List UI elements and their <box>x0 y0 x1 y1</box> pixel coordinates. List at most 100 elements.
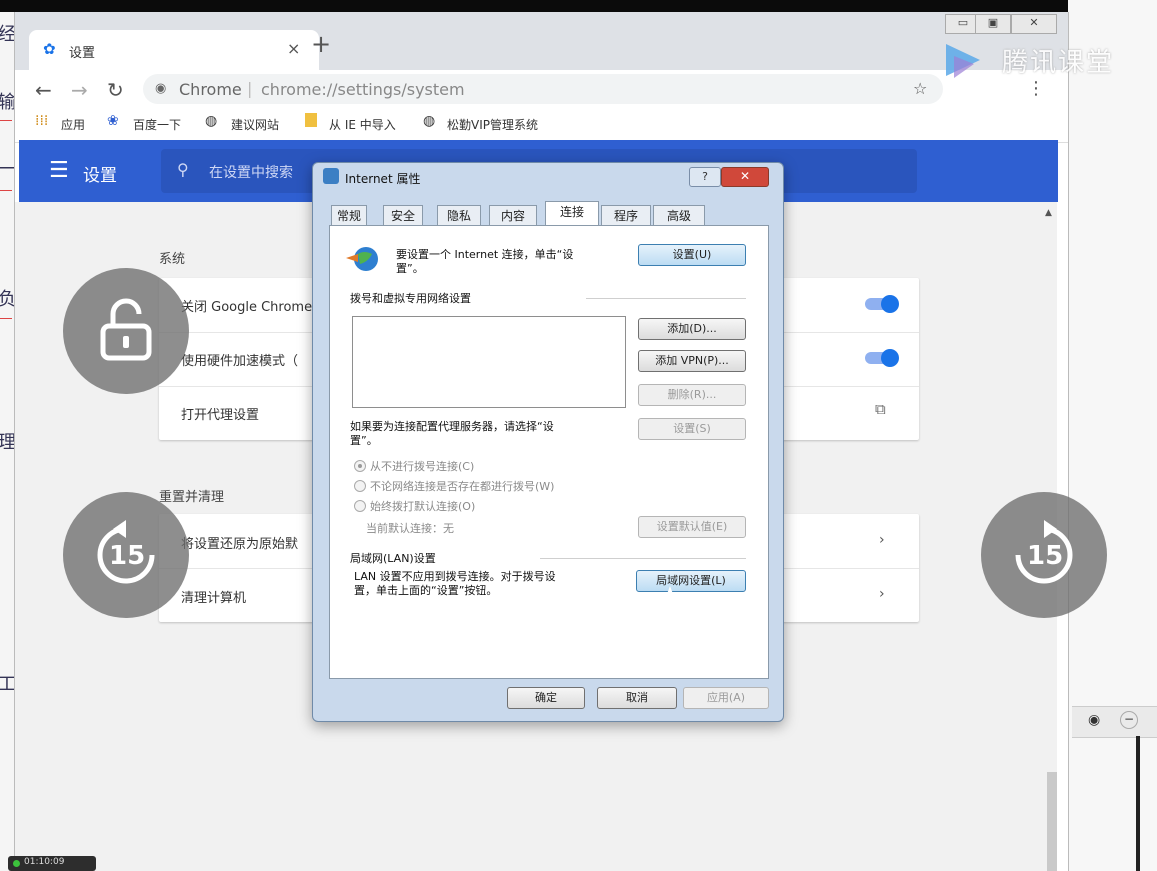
minus-icon[interactable]: − <box>1120 711 1138 729</box>
add-vpn-button[interactable]: 添加 VPN(P)... <box>638 350 746 372</box>
tab-general[interactable]: 常规 <box>331 205 367 226</box>
dialog-close-button[interactable]: ✕ <box>721 167 769 187</box>
tab-strip: ✿ 设置 × + ▭ ▣ ✕ <box>15 12 1068 70</box>
search-placeholder: 在设置中搜索 <box>209 165 293 181</box>
baidu-icon: ❀ <box>107 113 119 129</box>
recording-dot-icon <box>13 860 20 867</box>
url-site: Chrome <box>179 80 242 99</box>
group-divider <box>586 298 746 299</box>
dialog-title: Internet 属性 <box>345 172 421 186</box>
radio-label-always-dial: 始终拨打默认连接(O) <box>370 500 476 513</box>
radio-label-never-dial: 从不进行拨号连接(C) <box>370 460 475 473</box>
bookmark-import-ie[interactable]: 从 IE 中导入 <box>329 116 396 133</box>
tab-programs[interactable]: 程序 <box>601 205 651 226</box>
timer-text: 01:10:09 <box>24 857 65 867</box>
tab-security[interactable]: 安全 <box>383 205 423 226</box>
tab-settings[interactable]: ✿ 设置 × <box>29 30 319 70</box>
setup-button[interactable]: 设置(U) <box>638 244 746 266</box>
group-divider <box>540 558 746 559</box>
reload-icon[interactable]: ↻ <box>107 78 124 102</box>
url-path: chrome://settings/system <box>261 80 465 99</box>
tab-advanced[interactable]: 高级 <box>653 205 705 226</box>
background-divider <box>1136 736 1140 871</box>
hamburger-menu-icon[interactable]: ☰ <box>49 158 69 183</box>
menu-dots-icon[interactable]: ⋮ <box>1027 78 1045 99</box>
setup-text-line2: 置”。 <box>396 262 424 275</box>
tencent-classroom-logo-text: 腾讯课堂 <box>1002 48 1115 78</box>
bg-red-line <box>0 190 12 191</box>
proxy-text-line1: 如果要为连接配置代理服务器，请选择“设 <box>350 420 554 433</box>
bg-red-line <box>0 318 12 319</box>
help-button[interactable]: ? <box>689 167 721 187</box>
background-window-right <box>1068 0 1157 871</box>
row-label-hardware-acceleration: 使用硬件加速模式（ <box>181 354 299 369</box>
dialog-titlebar[interactable]: Internet 属性 ? ✕ <box>313 163 783 191</box>
lan-text-line2: 置，单击上面的“设置”按钮。 <box>354 584 498 597</box>
current-default-connection: 当前默认连接：无 <box>366 522 454 535</box>
back-icon[interactable]: ← <box>35 78 52 102</box>
gear-icon: ✿ <box>43 40 56 58</box>
chevron-right-icon[interactable]: › <box>879 532 885 548</box>
row-label-proxy-settings[interactable]: 打开代理设置 <box>181 404 259 423</box>
skip-forward-seconds: 15 <box>1027 541 1064 571</box>
row-label-restore-defaults[interactable]: 将设置还原为原始默 <box>181 533 298 552</box>
bookmark-vip[interactable]: 松勤VIP管理系统 <box>447 116 538 133</box>
hardware-acceleration-toggle[interactable] <box>865 349 899 367</box>
unlock-icon <box>100 298 152 361</box>
scrollbar-thumb[interactable] <box>1047 772 1057 871</box>
globe-icon: ◍ <box>423 113 436 129</box>
bookmark-suggested[interactable]: 建议网站 <box>231 116 279 133</box>
folder-icon <box>305 113 317 127</box>
set-default-button[interactable]: 设置默认值(E) <box>638 516 746 538</box>
apply-button[interactable]: 应用(A) <box>683 687 769 709</box>
dialup-group-label: 拨号和虚拟专用网络设置 <box>350 292 471 305</box>
tab-title: 设置 <box>69 46 96 61</box>
bg-red-line <box>0 120 12 121</box>
section-title-system: 系统 <box>159 252 186 267</box>
scroll-up-icon[interactable]: ▲ <box>1045 208 1052 218</box>
tab-content[interactable]: 内容 <box>489 205 537 226</box>
row-label-cleanup-computer[interactable]: 清理计算机 <box>181 587 246 606</box>
lock-screen-button[interactable] <box>63 268 189 394</box>
bookmarks-bar: ⁞⁞⁞ 应用 ❀ 百度一下 ◍ 建议网站 从 IE 中导入 ◍ 松勤VIP管理系… <box>15 108 1068 143</box>
bookmark-baidu[interactable]: 百度一下 <box>133 116 181 133</box>
add-button[interactable]: 添加(D)... <box>638 318 746 340</box>
lan-group-label: 局域网(LAN)设置 <box>350 552 436 565</box>
skip-forward-button[interactable]: 15 <box>981 492 1107 618</box>
ok-button[interactable]: 确定 <box>507 687 585 709</box>
proxy-text-line2: 置”。 <box>350 434 378 447</box>
forward-icon[interactable]: → <box>71 78 88 102</box>
background-toolbar: ◉ − <box>1072 706 1157 738</box>
radio-always-dial[interactable] <box>354 500 366 512</box>
globe-network-icon <box>346 244 380 274</box>
background-apps-toggle[interactable] <box>865 295 899 313</box>
page-title: 设置 <box>83 166 117 186</box>
search-icon: ⚲ <box>177 160 189 179</box>
playback-timer: 01:10:09 <box>8 856 96 871</box>
external-link-icon[interactable]: ⧉ <box>875 400 886 418</box>
proxy-settings-button[interactable]: 设置(S) <box>638 418 746 440</box>
site-info-icon[interactable]: ◉ <box>155 81 166 96</box>
address-bar[interactable]: ◉ Chrome | chrome://settings/system ☆ <box>143 74 943 104</box>
row-label-background-apps: 关闭 Google Chrome <box>181 300 313 315</box>
maximize-button[interactable]: ▣ <box>975 14 1011 34</box>
tab-close-icon[interactable]: × <box>287 39 300 58</box>
lan-settings-button[interactable]: 局域网设置(L) <box>636 570 746 592</box>
bookmark-star-icon[interactable]: ☆ <box>913 79 927 98</box>
mouse-cursor-icon <box>664 586 676 602</box>
tab-connections[interactable]: 连接 <box>545 201 599 227</box>
close-window-button[interactable]: ✕ <box>1011 14 1057 34</box>
remove-button[interactable]: 删除(R)... <box>638 384 746 406</box>
internet-properties-dialog: Internet 属性 ? ✕ 常规 安全 隐私 内容 连接 程序 高级 要设置… <box>312 162 784 722</box>
tab-privacy[interactable]: 隐私 <box>437 205 481 226</box>
bookmark-apps[interactable]: 应用 <box>61 116 85 133</box>
new-tab-button[interactable]: + <box>311 30 331 58</box>
chevron-right-icon[interactable]: › <box>879 586 885 602</box>
skip-back-button[interactable]: 15 <box>63 492 189 618</box>
dialup-connections-list[interactable] <box>352 316 626 408</box>
cancel-button[interactable]: 取消 <box>597 687 677 709</box>
radio-never-dial[interactable] <box>354 460 366 472</box>
internet-options-icon <box>323 168 339 184</box>
eye-icon[interactable]: ◉ <box>1088 712 1100 728</box>
radio-dial-when-no-network[interactable] <box>354 480 366 492</box>
